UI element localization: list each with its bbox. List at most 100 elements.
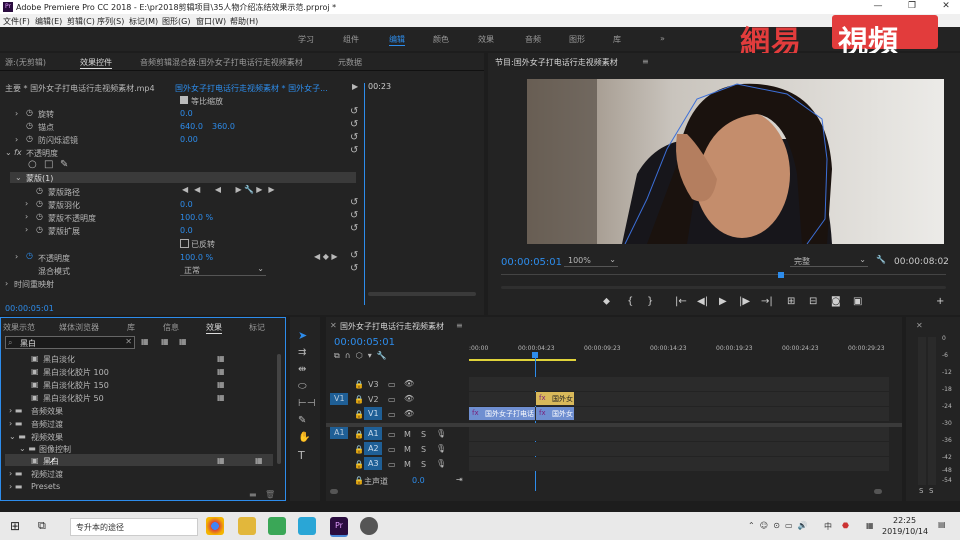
camera-icon[interactable]: ◙ <box>831 296 841 307</box>
sync-icon[interactable]: ▭ <box>388 410 396 419</box>
reset-icon[interactable]: ↺ <box>350 197 358 208</box>
chrome-icon[interactable] <box>206 517 224 535</box>
close-icon[interactable]: ✕ <box>916 321 923 330</box>
app-icon[interactable] <box>298 517 316 535</box>
workspace-libraries[interactable]: 库 <box>613 34 621 45</box>
track-v2-lane[interactable] <box>469 392 889 406</box>
add-button-icon[interactable]: + <box>936 296 944 307</box>
workspace-editing[interactable]: 编辑 <box>389 34 405 46</box>
32bit-filter-icon[interactable]: ▦ <box>161 337 169 346</box>
effect-item[interactable]: 黑白淡化 <box>43 354 75 365</box>
workspace-effects[interactable]: 效果 <box>478 34 494 45</box>
ec-timecode[interactable]: 00:00:05:01 <box>5 304 54 313</box>
scroll-handle-left[interactable] <box>330 489 338 494</box>
track-target-a3[interactable]: A3 <box>364 457 382 470</box>
file-explorer-icon[interactable] <box>238 517 256 535</box>
mark-out-icon[interactable]: } <box>647 296 653 307</box>
yuv-filter-icon[interactable]: ▦ <box>179 337 187 346</box>
timeline-scroll[interactable] <box>326 489 886 494</box>
track-v3-lane[interactable] <box>469 377 889 391</box>
chevron-right-icon[interactable]: › <box>15 252 18 261</box>
mic-icon[interactable]: 🎙 <box>436 429 446 438</box>
ime-indicator[interactable]: 中 <box>824 521 832 532</box>
reset-icon[interactable]: ↺ <box>350 145 358 156</box>
reset-icon[interactable]: ↺ <box>350 210 358 221</box>
app-tray-icon[interactable]: ⬣ <box>842 521 849 530</box>
new-folder-icon[interactable]: ▬ <box>249 490 257 499</box>
tab-effects[interactable]: 效果 <box>206 322 222 334</box>
close-button[interactable]: ✕ <box>936 1 956 11</box>
tab-audio-mixer[interactable]: 音频剪辑混合器:国外女子打电话行走视频素材 <box>140 57 303 68</box>
workspace-color[interactable]: 颜色 <box>433 34 449 45</box>
hand-tool-icon[interactable]: ✋ <box>298 432 310 443</box>
scroll-handle-right[interactable] <box>874 489 882 494</box>
menu-graphics[interactable]: 图形(G) <box>162 16 190 27</box>
lock-icon[interactable]: 🔒 <box>354 410 364 419</box>
lift-icon[interactable]: ⊞ <box>787 296 795 307</box>
tab-effects-demo[interactable]: 效果示范 <box>3 322 35 333</box>
flicker-value[interactable]: 0.00 <box>180 135 198 144</box>
blend-mode-select[interactable]: 正常 ⌄ <box>180 264 266 276</box>
clear-icon[interactable]: ✕ <box>125 337 132 346</box>
lock-icon[interactable]: 🔒 <box>354 395 364 404</box>
reset-icon[interactable]: ↺ <box>350 263 358 274</box>
type-tool-icon[interactable]: T <box>298 449 305 462</box>
folder-item[interactable]: 音频效果 <box>31 406 63 417</box>
tray-icons[interactable]: ⌃ ☺ ⊙ ▭ 🔊 <box>748 521 808 530</box>
step-forward-icon[interactable]: |▶ <box>739 296 750 307</box>
selection-tool-icon[interactable]: ➤ <box>298 329 307 342</box>
tab-media-browser[interactable]: 媒体浏览器 <box>59 322 99 333</box>
mic-icon[interactable]: 🎙 <box>436 459 446 468</box>
timeline-tool-icons[interactable]: ⧉ ∩ ⬡ ▾ 🔧 <box>334 351 387 361</box>
program-playhead[interactable] <box>778 272 784 278</box>
maximize-button[interactable]: ❐ <box>902 1 922 11</box>
effects-scrollbar[interactable] <box>277 354 281 464</box>
solo-button[interactable]: S <box>421 445 426 454</box>
eye-icon[interactable]: 👁 <box>404 394 414 403</box>
lock-icon[interactable]: 🔒 <box>354 460 364 469</box>
play-icon[interactable]: ▶ <box>719 296 727 307</box>
chevron-down-icon[interactable]: ⌄ <box>15 173 22 182</box>
task-view-icon[interactable]: ⧉ <box>38 519 46 533</box>
chevron-right-icon[interactable]: › <box>5 279 8 288</box>
rotation-value[interactable]: 0.0 <box>180 109 193 118</box>
source-patch-a1[interactable]: A1 <box>330 427 348 439</box>
menu-sequence[interactable]: 序列(S) <box>97 16 124 27</box>
track-target-a2[interactable]: A2 <box>364 442 382 455</box>
stopwatch-icon[interactable]: ◷ <box>26 251 33 260</box>
pen-mask-icon[interactable]: ✎ <box>60 159 68 170</box>
reset-icon[interactable]: ↺ <box>350 250 358 261</box>
stopwatch-icon[interactable]: ◷ <box>36 186 43 195</box>
folder-item[interactable]: 视频过渡 <box>31 469 63 480</box>
menu-marker[interactable]: 标记(M) <box>129 16 158 27</box>
menu-help[interactable]: 帮助(H) <box>230 16 258 27</box>
workspace-assembly[interactable]: 组件 <box>343 34 359 45</box>
ripple-edit-tool-icon[interactable]: ⇹ <box>298 364 306 375</box>
eye-icon[interactable]: 👁 <box>404 409 414 418</box>
program-timecode[interactable]: 00:00:05:01 <box>501 257 562 268</box>
workspace-audio[interactable]: 音频 <box>525 34 541 45</box>
program-scroll[interactable] <box>501 286 946 289</box>
program-time-ruler[interactable] <box>501 274 946 281</box>
menu-file[interactable]: 文件(F) <box>3 16 30 27</box>
anchor-x-value[interactable]: 640.0 <box>180 122 203 131</box>
slip-tool-icon[interactable]: ⊢⊣ <box>298 398 315 409</box>
folder-item[interactable]: 视频效果 <box>31 432 63 443</box>
mask-expansion-value[interactable]: 0.0 <box>180 226 193 235</box>
tab-metadata[interactable]: 元数据 <box>338 57 362 68</box>
lock-icon[interactable]: 🔒 <box>354 430 364 439</box>
workspace-overflow[interactable]: » <box>660 34 665 43</box>
go-to-end-icon[interactable]: ⇥ <box>456 475 463 484</box>
chevron-right-icon[interactable]: › <box>25 212 28 221</box>
clock-time[interactable]: 22:25 <box>893 516 916 525</box>
workspace-learning[interactable]: 学习 <box>298 34 314 45</box>
clip-v1-b[interactable]: fx 国外女 <box>536 407 574 420</box>
wrench-icon[interactable]: 🔧 <box>244 185 254 194</box>
panel-menu-icon[interactable]: ≡ <box>456 321 463 330</box>
windows-start-icon[interactable]: ⊞ <box>10 519 20 533</box>
stopwatch-icon[interactable]: ◷ <box>26 121 33 130</box>
delete-icon[interactable]: 🗑 <box>265 490 275 499</box>
stopwatch-icon[interactable]: ◷ <box>36 199 43 208</box>
reset-icon[interactable]: ↺ <box>350 119 358 130</box>
arrow-right-icon[interactable]: ▶ <box>352 82 358 91</box>
